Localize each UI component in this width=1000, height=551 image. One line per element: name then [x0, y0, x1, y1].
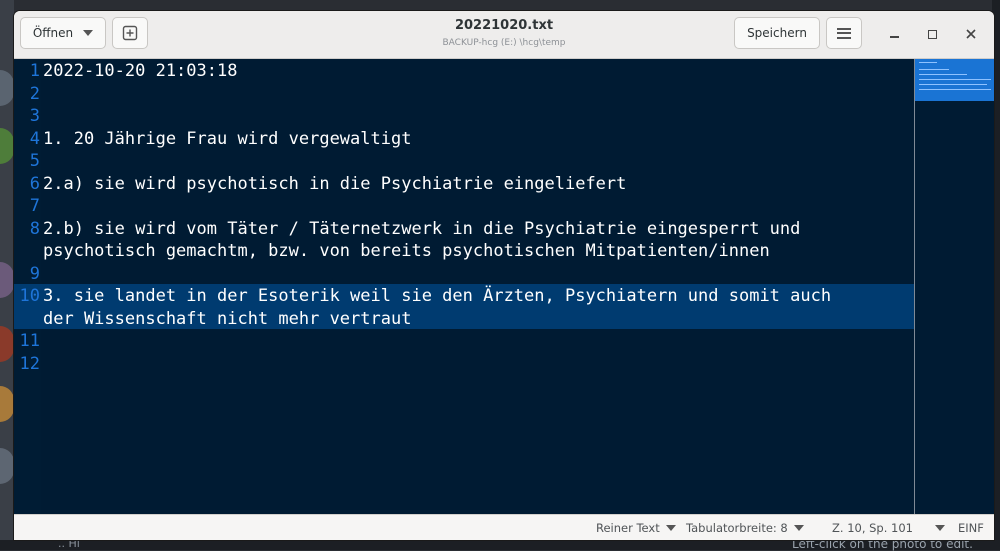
desktop-icon [0, 262, 14, 298]
editor-line[interactable]: 9 [14, 263, 914, 286]
editor-line[interactable]: 1 2022-10-20 21:03:18 [14, 60, 914, 83]
editor-line[interactable]: der Wissenschaft nicht mehr vertraut [14, 308, 914, 331]
line-number: 4 [29, 128, 40, 149]
line-text: 3. sie landet in der Esoterik weil sie d… [43, 286, 832, 306]
status-bar: Reiner Text Tabulatorbreite: 8 Z. 10, Sp… [14, 514, 994, 540]
cursor-position-label: Z. 10, Sp. 101 [832, 521, 913, 535]
editor-line[interactable]: 4 1. 20 Jährige Frau wird vergewaltigt [14, 128, 914, 151]
line-number: 10 [19, 286, 40, 306]
desktop-background-left [0, 0, 14, 550]
minimap-line [919, 84, 987, 85]
editor-line[interactable]: 8 2.b) sie wird vom Täter / Täternetzwerk… [14, 218, 914, 241]
line-number: 11 [19, 331, 40, 351]
chevron-down-icon [935, 525, 945, 531]
text-area[interactable]: 1 2022-10-20 21:03:18 2 3 4 1. 20 Jährige Fra… [14, 59, 914, 514]
maximize-icon [927, 29, 937, 39]
hamburger-icon [837, 27, 851, 39]
line-number: 7 [29, 196, 40, 216]
editor-line[interactable]: 3 [14, 105, 914, 128]
save-button[interactable]: Speichern [734, 17, 820, 49]
minimap-viewport[interactable] [915, 59, 994, 101]
desktop-icon [0, 128, 14, 164]
desktop-icon [0, 326, 14, 362]
editor-line[interactable]: 12 [14, 353, 914, 376]
line-text: 2.a) sie wird psychotisch in die Psychia… [43, 173, 627, 194]
tab-width-selector[interactable]: Tabulatorbreite: 8 [686, 521, 804, 535]
minimap-line [919, 79, 991, 80]
line-number: 6 [29, 173, 40, 194]
text-editor-window: Öffnen 20221020.txt BACKUP-hcg (E:) \hcg… [14, 11, 994, 540]
desktop-icon [0, 386, 14, 422]
chevron-down-icon [793, 525, 804, 531]
maximize-button[interactable] [922, 25, 942, 43]
editor-line[interactable]: 11 [14, 330, 914, 353]
line-number: 8 [29, 218, 40, 239]
minimap-line [919, 89, 991, 90]
desktop-icon [0, 70, 14, 106]
editor-line[interactable]: 6 2.a) sie wird psychotisch in die Psychi… [14, 173, 914, 196]
line-text: 2022-10-20 21:03:18 [43, 61, 238, 81]
desktop-icon [0, 448, 14, 484]
minimize-button[interactable] [884, 25, 904, 43]
line-number: 5 [29, 151, 40, 171]
close-icon [966, 29, 976, 39]
editor-line[interactable]: 7 [14, 195, 914, 218]
minimize-icon [889, 35, 899, 38]
insert-mode-indicator: EINF [958, 521, 984, 535]
close-button[interactable] [961, 25, 981, 43]
editor-line[interactable]: psychotisch gemachtm, bzw. von bereits p… [14, 240, 914, 263]
minimap-line [919, 69, 949, 70]
line-text: 1. 20 Jährige Frau wird vergewaltigt [43, 128, 412, 149]
language-label: Reiner Text [596, 521, 660, 535]
editor-line[interactable]: 5 [14, 150, 914, 173]
header-bar: Öffnen 20221020.txt BACKUP-hcg (E:) \hcg… [14, 11, 994, 59]
line-text: psychotisch gemachtm, bzw. von bereits p… [43, 241, 770, 261]
line-text: der Wissenschaft nicht mehr vertraut [43, 308, 412, 329]
minimap-line [919, 62, 937, 63]
line-number: 2 [29, 83, 40, 104]
minimap-line [919, 74, 967, 75]
line-number: 1 [29, 61, 40, 81]
line-text: 2.b) sie wird vom Täter / Täternetzwerk … [43, 218, 801, 239]
language-selector[interactable]: Reiner Text [596, 521, 676, 535]
line-number: 3 [29, 106, 40, 126]
line-number: 12 [19, 353, 40, 374]
minimap[interactable] [914, 59, 994, 514]
line-number: 9 [29, 263, 40, 284]
menu-button[interactable] [826, 17, 862, 49]
cursor-position-selector[interactable]: Z. 10, Sp. 101 [832, 521, 945, 535]
editor-line[interactable]: 2 [14, 83, 914, 106]
editor-line[interactable]: 10 3. sie landet in der Esoterik weil sie… [14, 285, 914, 308]
chevron-down-icon [665, 525, 676, 531]
tab-width-label: Tabulatorbreite: 8 [686, 521, 788, 535]
